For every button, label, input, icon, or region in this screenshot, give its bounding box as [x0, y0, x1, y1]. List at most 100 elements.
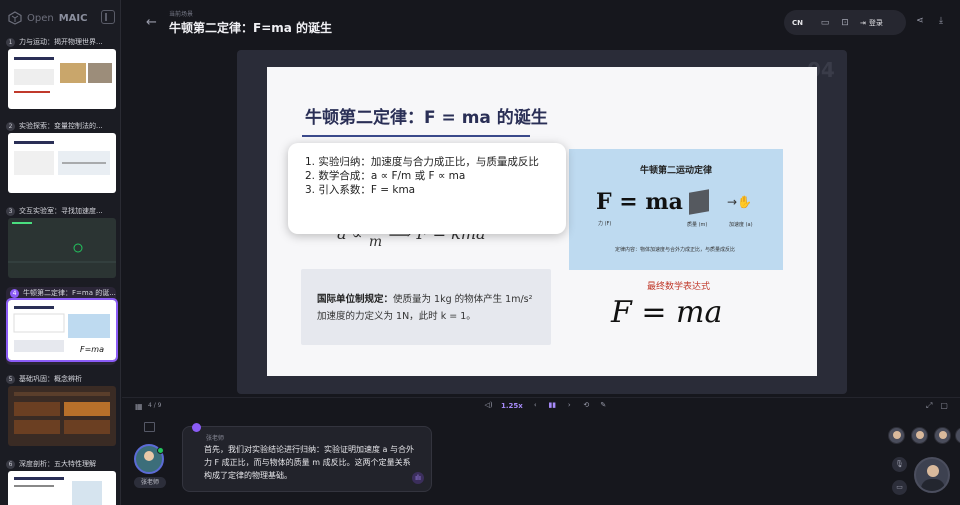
- svg-text:F=ma: F=ma: [80, 345, 104, 354]
- app-root: Open MAIC 1 力与运动：揭开物理世界... 2 实验探索：变量控制法的...…: [0, 0, 960, 505]
- brand-suffix: MAIC: [58, 12, 88, 24]
- microphone-button[interactable]: 🎙: [892, 457, 907, 472]
- view-controls: ⤢ ▢: [926, 401, 948, 411]
- pause-icon[interactable]: ▮▮: [548, 401, 557, 410]
- slide-title: 牛顿第二定律：F = ma 的诞生: [305, 108, 548, 128]
- page-title: 牛顿第二定律：F=ma 的诞生: [169, 21, 333, 35]
- newton-law-diagram: 牛顿第二运动定律 F = ma →✋ 力 (F) 质量 (m) 加速度 (a) …: [569, 149, 783, 270]
- label-force: 力 (F): [598, 221, 612, 227]
- scene-number: 5: [6, 374, 15, 384]
- my-avatar[interactable]: [914, 457, 950, 493]
- participant-avatar[interactable]: [911, 427, 928, 444]
- fraction-denominator: m: [368, 234, 383, 250]
- speech-text: 首先，我们对实验结论进行归纳：实验证明加速度 a 与合外力 F 成正比，而与物体…: [204, 445, 414, 480]
- mass-block-icon: [689, 189, 709, 215]
- bubble-line-2: 2. 数学合成：a ∝ F/m 或 F ∝ ma: [305, 170, 466, 182]
- scene-thumbnail: [8, 386, 116, 446]
- download-icon[interactable]: ⤓: [936, 16, 946, 26]
- scene-item-1[interactable]: 1 力与运动：揭开物理世界...: [6, 36, 116, 112]
- final-formula: F = ma: [611, 295, 723, 330]
- login-button[interactable]: ⇥ 登录: [860, 18, 883, 28]
- label-mass: 质量 (m): [687, 222, 708, 228]
- scene-item-4[interactable]: 4 牛顿第二定律：F=ma 的诞... F=ma: [6, 287, 118, 365]
- online-status-dot: [157, 447, 164, 454]
- notebook-icon[interactable]: [144, 422, 155, 432]
- back-arrow-icon[interactable]: ←: [146, 15, 158, 30]
- scene-thumbnail: [8, 218, 116, 278]
- scene-item-3[interactable]: 3 交互实验室：寻找加速度...: [6, 205, 116, 281]
- speed-button[interactable]: 1.25x: [501, 402, 523, 410]
- thumbnail-preview: [8, 222, 116, 263]
- playback-bar: ▦ 4 / 9 ◁) 1.25x ‹ ▮▮ › ⟲ ✎ ⤢ ▢: [122, 397, 960, 415]
- login-arrow-icon: ⇥: [860, 18, 866, 27]
- presentation-icon[interactable]: ⊡: [840, 18, 850, 28]
- page-indicator: 4 / 9: [148, 402, 162, 409]
- fullscreen-icon[interactable]: ⤢: [926, 401, 932, 411]
- volume-icon[interactable]: ◁): [484, 401, 493, 410]
- speaker-name: 张老师: [206, 435, 225, 442]
- final-formula-label: 最终数学表达式: [647, 282, 711, 292]
- scene-number: 1: [6, 37, 15, 47]
- pen-icon[interactable]: ✎: [599, 401, 608, 410]
- monitor-icon[interactable]: ▭: [820, 18, 830, 28]
- scene-item-6[interactable]: 6 深度剖析：五大特性理解: [6, 458, 116, 505]
- scene-sidebar: Open MAIC 1 力与运动：揭开物理世界... 2 实验探索：变量控制法的...…: [0, 0, 121, 505]
- scene-number: 3: [6, 206, 15, 216]
- chat-button[interactable]: ▭: [892, 480, 907, 495]
- thumbnail-preview: F=ma: [13, 306, 110, 354]
- speaker-avatar: [192, 423, 201, 432]
- scene-number: 6: [6, 459, 15, 469]
- scene-thumbnail: [8, 471, 116, 505]
- scene-label: 力与运动：揭开物理世界...: [19, 38, 103, 46]
- scene-thumbnail: [8, 133, 116, 193]
- thumbnail-preview: [14, 57, 112, 93]
- participant-avatar[interactable]: [934, 427, 951, 444]
- si-definition-box: 国际单位制规定：使质量为 1kg 的物体产生 1m/s² 加速度的力定义为 1N…: [301, 269, 551, 345]
- scene-number: 4: [10, 288, 19, 298]
- language-toggle[interactable]: CN: [792, 19, 810, 27]
- collapse-sidebar-button[interactable]: [101, 10, 115, 24]
- info-bold: 国际单位制规定：: [317, 294, 394, 305]
- scene-item-5[interactable]: 5 基础巩固：概念辨析: [6, 373, 116, 449]
- scene-thumbnail: [8, 49, 116, 109]
- login-label: 登录: [868, 18, 883, 27]
- bubble-line-1: 1. 实验归纳：加速度与合力成正比，与质量成反比: [305, 156, 539, 168]
- diagram-title: 牛顿第二运动定律: [639, 166, 712, 176]
- participant-avatar[interactable]: [888, 427, 905, 444]
- top-bar: ← 当前场景 牛顿第二定律：F=ma 的诞生 CN ▭ ⊡ ⇥ 登录 ⋖ ⤓: [122, 0, 960, 48]
- thumbnail-preview: [14, 477, 102, 505]
- label-acceleration: 加速度 (a): [729, 222, 753, 228]
- participants-panel: 🎙 ▭: [882, 416, 960, 505]
- header-toolbar: CN ▭ ⊡ ⇥ 登录: [784, 10, 906, 35]
- participant-avatar[interactable]: [955, 427, 960, 444]
- scene-label: 深度剖析：五大特性理解: [19, 460, 96, 468]
- teacher-name-badge: 张老师: [134, 477, 166, 488]
- next-icon[interactable]: ›: [565, 401, 574, 410]
- brand: Open MAIC: [8, 9, 87, 27]
- diagram-caption: 定律内容：物体加速度与合外力成正比，与质量成反比: [615, 247, 736, 253]
- prev-icon[interactable]: ‹: [531, 401, 540, 410]
- audio-wave-icon[interactable]: ılı: [412, 472, 424, 484]
- thumbnail-preview: [14, 392, 110, 434]
- title-underline: [302, 135, 530, 137]
- share-icon[interactable]: ⋖: [915, 16, 925, 26]
- scene-number: 2: [6, 121, 15, 131]
- scene-item-2[interactable]: 2 实验探索：变量控制法的...: [6, 120, 116, 196]
- thumbnail-preview: [14, 141, 110, 175]
- push-hand-icon: →✋: [727, 195, 752, 209]
- scene-label: 牛顿第二定律：F=ma 的诞...: [23, 289, 116, 297]
- highlight-bubble: 1. 实验归纳：加速度与合力成正比，与质量成反比 2. 数学合成：a ∝ F/m…: [288, 143, 566, 234]
- teacher-area: 张老师 张老师 首先，我们对实验结论进行归纳：实验证明加速度 a 与合外力 F …: [122, 416, 882, 502]
- scene-label: 交互实验室：寻找加速度...: [19, 207, 103, 215]
- bubble-line-3: 3. 引入系数：F = kma: [305, 184, 416, 196]
- scene-label: 实验探索：变量控制法的...: [19, 122, 103, 130]
- breadcrumb: 当前场景: [169, 11, 194, 18]
- grid-view-icon[interactable]: ▦: [135, 402, 144, 411]
- diagram-formula: F = ma: [596, 189, 683, 215]
- playback-controls: ◁) 1.25x ‹ ▮▮ › ⟲ ✎: [484, 401, 608, 410]
- comment-icon[interactable]: ▢: [940, 401, 948, 411]
- logo-icon: [8, 11, 22, 25]
- scene-thumbnail: F=ma: [6, 298, 118, 362]
- repeat-icon[interactable]: ⟲: [582, 401, 591, 410]
- brand-prefix: Open: [27, 12, 54, 24]
